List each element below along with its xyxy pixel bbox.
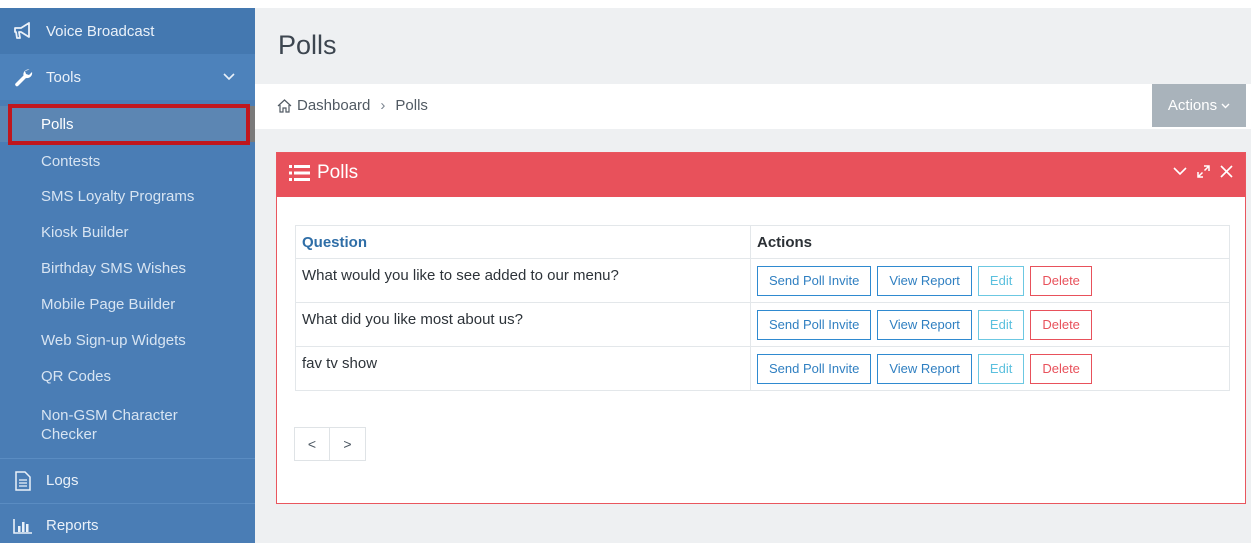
column-header-actions: Actions: [750, 225, 1230, 259]
panel-header: Polls: [277, 153, 1245, 197]
send-poll-invite-button[interactable]: Send Poll Invite: [757, 353, 872, 384]
sidebar-item-label: Non-GSM Character Checker: [41, 407, 178, 443]
breadcrumb-dashboard-link[interactable]: Dashboard: [297, 97, 370, 114]
sidebar-item-mobile-page-builder[interactable]: Mobile Page Builder: [0, 288, 255, 320]
panel-title-text: Polls: [317, 162, 359, 183]
expand-icon[interactable]: [1197, 165, 1210, 178]
delete-button[interactable]: Delete: [1030, 353, 1092, 384]
sidebar-item-contests[interactable]: Contests: [0, 145, 255, 177]
close-icon[interactable]: [1220, 165, 1233, 178]
delete-button[interactable]: Delete: [1030, 309, 1092, 340]
sidebar-item-birthday-sms[interactable]: Birthday SMS Wishes: [0, 252, 255, 284]
view-report-button[interactable]: View Report: [877, 353, 972, 384]
sidebar-item-reports[interactable]: Reports: [0, 503, 255, 543]
sidebar-item-qr-codes[interactable]: QR Codes: [0, 360, 255, 392]
chevron-down-icon: [223, 68, 235, 85]
sidebar-item-label: Logs: [46, 472, 79, 489]
table-row: What did you like most about us? Send Po…: [295, 302, 1230, 347]
table-row: What would you like to see added to our …: [295, 258, 1230, 303]
sidebar-item-label: Reports: [46, 517, 99, 534]
pagination: < >: [294, 427, 366, 461]
breadcrumb: Dashboard › Polls: [277, 97, 428, 114]
panel-tools: [1173, 165, 1233, 178]
sidebar-item-label: Voice Broadcast: [46, 22, 155, 40]
sidebar-item-logs[interactable]: Logs: [0, 458, 255, 502]
poll-question: fav tv show: [295, 346, 751, 391]
megaphone-icon: [12, 20, 34, 42]
page-title: Polls: [278, 30, 337, 60]
sidebar-item-kiosk-builder[interactable]: Kiosk Builder: [0, 216, 255, 248]
sidebar-item-label: Mobile Page Builder: [41, 295, 176, 313]
breadcrumb-separator-icon: ›: [380, 97, 386, 114]
breadcrumb-current: Polls: [395, 97, 428, 114]
sidebar-item-label: Kiosk Builder: [41, 223, 129, 241]
polls-panel: Polls Question Actions What would you li…: [276, 152, 1246, 504]
sidebar-item-label: Web Sign-up Widgets: [41, 331, 186, 349]
row-actions: Send Poll Invite View Report Edit Delete: [750, 346, 1230, 391]
list-icon: [289, 164, 311, 182]
sidebar-item-voice-broadcast[interactable]: Voice Broadcast: [0, 8, 255, 54]
send-poll-invite-button[interactable]: Send Poll Invite: [757, 309, 872, 340]
view-report-button[interactable]: View Report: [877, 265, 972, 296]
prev-page-button[interactable]: <: [294, 427, 330, 461]
sidebar-item-tools[interactable]: Tools: [0, 54, 255, 100]
next-page-button[interactable]: >: [330, 427, 366, 461]
actions-dropdown-button[interactable]: Actions: [1152, 84, 1246, 127]
sidebar-item-label: SMS Loyalty Programs: [41, 187, 195, 205]
poll-question: What would you like to see added to our …: [295, 258, 751, 303]
edit-button[interactable]: Edit: [977, 265, 1025, 296]
edit-button[interactable]: Edit: [977, 353, 1025, 384]
row-actions: Send Poll Invite View Report Edit Delete: [750, 302, 1230, 347]
sidebar: Voice Broadcast Tools Polls Contests SMS…: [0, 8, 255, 543]
sidebar-item-sms-loyalty[interactable]: SMS Loyalty Programs: [0, 180, 255, 212]
poll-question: What did you like most about us?: [295, 302, 751, 347]
table-row: fav tv show Send Poll Invite View Report E…: [295, 346, 1230, 391]
panel-title: Polls: [289, 162, 358, 184]
document-icon: [12, 470, 34, 492]
polls-table: Question Actions What would you like to …: [295, 225, 1230, 391]
sidebar-item-label: Contests: [41, 152, 101, 170]
edit-button[interactable]: Edit: [977, 309, 1025, 340]
wrench-icon: [12, 66, 34, 88]
delete-button[interactable]: Delete: [1030, 265, 1092, 296]
home-icon: [277, 98, 292, 113]
row-actions: Send Poll Invite View Report Edit Delete: [750, 258, 1230, 303]
selection-highlight: [8, 104, 250, 145]
table-header-row: Question Actions: [295, 225, 1230, 259]
sidebar-item-label: Birthday SMS Wishes: [41, 259, 187, 277]
bar-chart-icon: [12, 515, 34, 537]
sidebar-item-label: QR Codes: [41, 367, 112, 385]
chevron-down-icon: [1221, 103, 1230, 109]
sidebar-item-web-signup[interactable]: Web Sign-up Widgets: [0, 324, 255, 356]
column-header-question[interactable]: Question: [295, 225, 751, 259]
sidebar-item-label: Tools: [46, 68, 82, 86]
collapse-icon[interactable]: [1173, 167, 1187, 176]
view-report-button[interactable]: View Report: [877, 309, 972, 340]
top-strip: [0, 0, 1251, 8]
breadcrumb-bar: Dashboard › Polls Actions: [255, 84, 1251, 129]
sidebar-item-non-gsm-checker[interactable]: Non-GSM Character Checker: [0, 402, 200, 448]
send-poll-invite-button[interactable]: Send Poll Invite: [757, 265, 872, 296]
actions-label: Actions: [1167, 97, 1218, 114]
